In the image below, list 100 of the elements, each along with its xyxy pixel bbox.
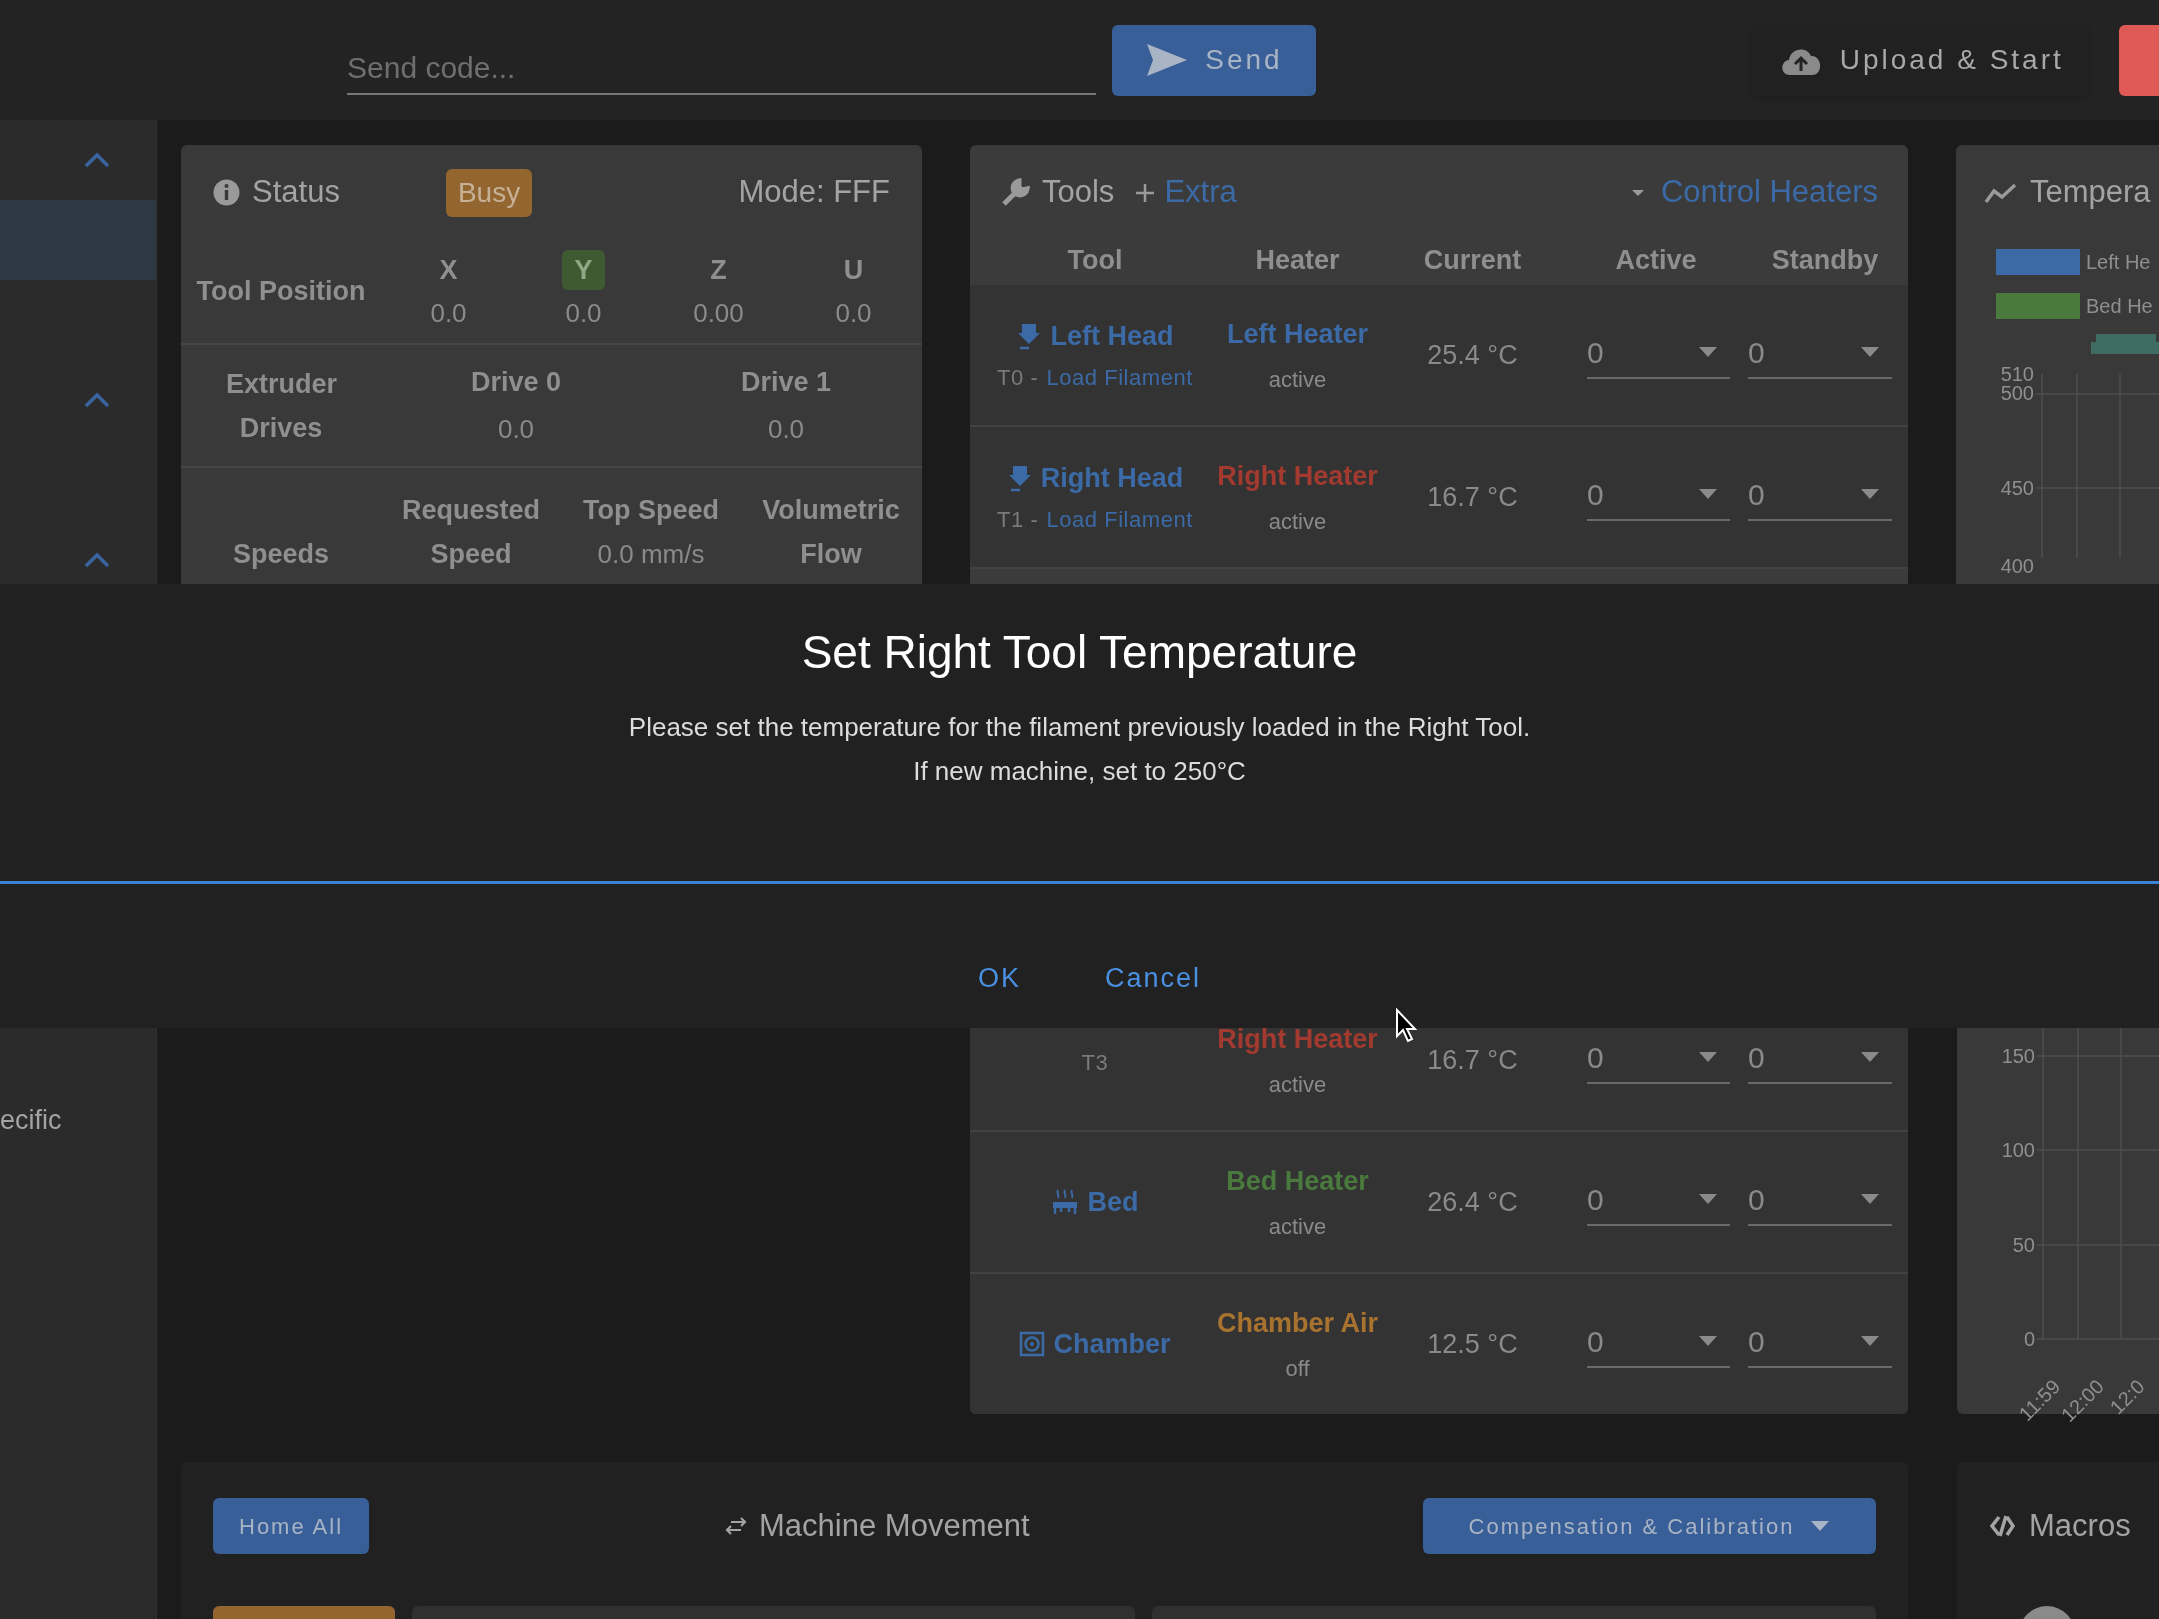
current-temperature: 25.4 °C [1427,338,1518,372]
speed-value: 0.0 mm/s [597,538,705,571]
legend-label[interactable]: Bed He [2086,291,2153,321]
temperature-dropdown[interactable]: 0 [1587,473,1730,521]
heater-state: active [1268,1070,1327,1099]
heater-name-link[interactable]: Bed Heater [1226,1161,1369,1202]
dialog-message: Please set the temperature for the filament previously loaded in the Right Tool. [628,711,1531,744]
drive-value: 0.0 [497,413,535,447]
upload-start-button[interactable]: Upload & Start [1752,24,2090,96]
caret-down-icon [1860,346,1880,358]
caret-down-icon [1860,1335,1880,1347]
temperature-dropdown[interactable]: 0 [1587,1036,1730,1084]
axis-value: 0.0 [565,297,602,331]
info-icon [213,179,240,206]
axis-tick-label: 0 [2023,1329,2035,1349]
tool-name-link[interactable]: Bed [1087,1181,1139,1223]
axis-label: X [438,253,459,287]
chevron-up-icon[interactable] [84,392,110,408]
column-header: Tool [1067,244,1123,277]
wrench-icon [1000,177,1030,208]
tool-name-link[interactable]: Chamber [1053,1323,1171,1365]
send-button[interactable]: Send [1111,24,1317,96]
speed-label: Requested Speed [400,494,541,571]
axis-tick-label: 400 [2000,556,2034,576]
nozzle-icon [1016,321,1043,352]
temperature-dropdown[interactable]: 0 [1748,1178,1892,1226]
axis-label: U [842,253,865,287]
axis-tick-label: 450 [2000,478,2034,498]
caret-down-icon [1698,346,1718,358]
axis-value: 0.0 [835,297,872,331]
caret-down-icon [1698,488,1718,500]
speed-label: Volumetric Flow [761,494,901,571]
tool-number: T1 - [997,505,1039,534]
caret-down-icon [1860,1193,1880,1205]
dialog-title: Set Right Tool Temperature [801,625,1358,680]
axis-value: 0.0 [430,297,467,331]
caret-down-icon [1698,1193,1718,1205]
caret-down-icon [1698,1051,1718,1063]
tool-name-link[interactable]: Right Head [1040,458,1184,499]
load-filament-link[interactable]: Load Filament [1046,360,1193,394]
sidebar-item-label[interactable]: ecific [0,1100,156,1141]
extruder-drives-label: Extruder Drives [225,367,339,445]
chevron-up-icon[interactable] [84,152,110,168]
heater-name-link[interactable]: Chamber Air [1217,1303,1379,1344]
legend-label[interactable]: Left He [2086,247,2151,277]
caret-down-icon [1810,1520,1831,1532]
status-title: Status [252,173,340,212]
tool-name-link[interactable]: Left Head [1050,316,1174,357]
control-heaters-button[interactable]: Control Heaters [1630,169,1878,216]
speeds-label: Speeds [231,538,330,571]
mouse-cursor-icon [1395,1008,1419,1044]
heated-bed-icon [1051,1188,1080,1216]
dialog-button[interactable]: Cancel [1093,954,1214,1003]
temperature-dropdown[interactable]: 0 [1748,1036,1892,1084]
axis-value: 0.00 [693,297,744,331]
drive-value: 0.0 [767,413,805,447]
heater-name-link[interactable]: Left Heater [1226,314,1368,355]
axis-label: Y [562,249,605,291]
chart-title: Tempera [2030,173,2151,212]
temperature-dropdown[interactable]: 0 [1587,1320,1730,1368]
caret-down-icon [1698,1335,1718,1347]
temperature-dropdown[interactable]: 0 [1748,331,1892,379]
heater-name-link[interactable]: Right Heater [1217,1028,1378,1060]
legend-swatch[interactable] [1996,293,2080,319]
fan-box-icon [1019,1331,1046,1357]
status-badge: Busy [445,168,533,217]
temperature-dropdown[interactable]: 0 [1587,331,1730,379]
machine-movement-title: Machine Movement [759,1506,1030,1545]
temperature-dropdown[interactable]: 0 [1748,1320,1892,1368]
legend-swatch[interactable] [1996,249,2080,275]
column-header: Active [1615,244,1697,277]
chevron-up-icon[interactable] [84,552,110,568]
speed-label: Top Speed [583,494,719,527]
axis-tick-label: 150 [2001,1046,2035,1066]
column-header: Heater [1255,244,1340,277]
heater-name-link[interactable]: Right Heater [1217,456,1378,497]
extra-button[interactable]: Extra [1134,169,1237,216]
temperature-dropdown[interactable]: 0 [1748,473,1892,521]
axis-tick-label: 50 [2012,1235,2035,1255]
heater-state: active [1268,1212,1327,1241]
axis-tick-label: 510 [2000,364,2034,384]
current-temperature: 16.7 °C [1427,480,1518,514]
sidebar-item[interactable] [0,200,156,280]
drive-label: Drive 0 [470,365,562,399]
column-header: Standby [1771,244,1879,277]
code-input-field[interactable]: Send code... [347,25,1096,95]
load-filament-link[interactable]: Load Filament [1046,502,1193,536]
heater-state: active [1268,507,1327,536]
heater-state: off [1285,1354,1310,1383]
temperature-dropdown[interactable]: 0 [1587,1178,1730,1226]
machine-mode: Mode: FFF [738,173,890,212]
compensation-calibration-dropdown[interactable]: Compensation & Calibration [1423,1498,1876,1554]
home-all-button[interactable]: Home All [213,1498,370,1554]
dialog-message: If new machine, set to 250°C [913,755,1246,788]
tool-position-label: Tool Position [195,275,367,309]
tool-number: T3 [1081,1048,1109,1077]
action-button[interactable] [2119,24,2159,96]
caret-down-icon [1860,488,1880,500]
dialog-button[interactable]: OK [965,954,1033,1003]
drive-label: Drive 1 [740,365,832,399]
